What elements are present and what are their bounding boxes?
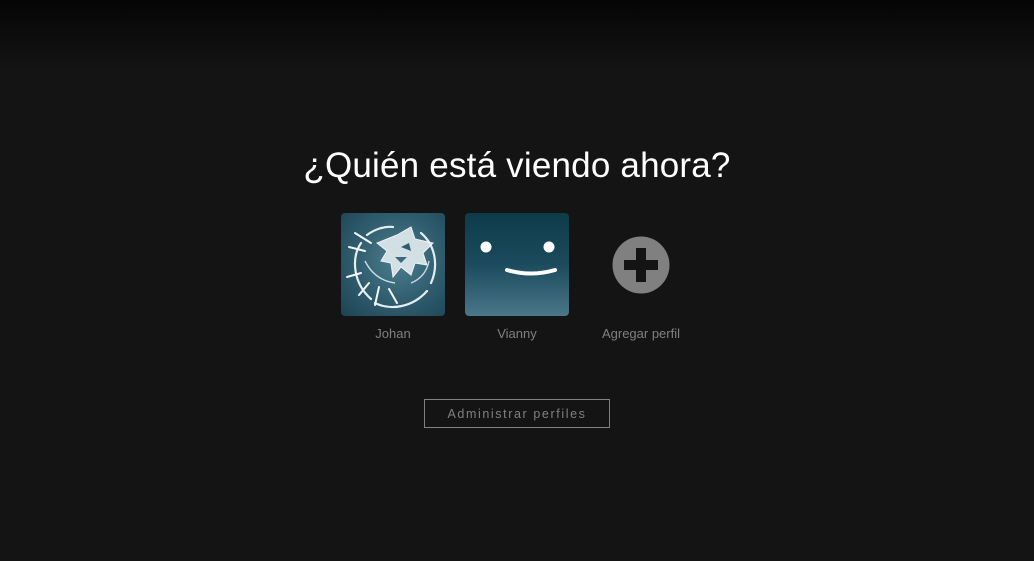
profile-gate-page: ¿Quién está viendo ahora? Johan Vianny A… (0, 0, 1034, 561)
add-profile-label[interactable]: Agregar perfil (602, 326, 680, 341)
page-title: ¿Quién está viendo ahora? (303, 146, 731, 185)
profile-vianny[interactable]: Vianny (465, 213, 569, 341)
profile-name-johan[interactable]: Johan (375, 326, 410, 341)
smiley-face-icon[interactable] (465, 213, 569, 316)
wolf-medallion-icon[interactable] (341, 213, 445, 316)
profile-list: Johan Vianny Agregar perfil (0, 213, 1034, 341)
add-profile-button[interactable]: Agregar perfil (589, 213, 693, 341)
add-profile-tile[interactable] (589, 213, 693, 316)
profile-name-vianny[interactable]: Vianny (497, 326, 537, 341)
profile-johan[interactable]: Johan (341, 213, 445, 341)
plus-circle-icon[interactable] (612, 236, 670, 294)
manage-profiles-button[interactable]: Administrar perfiles (424, 399, 610, 428)
